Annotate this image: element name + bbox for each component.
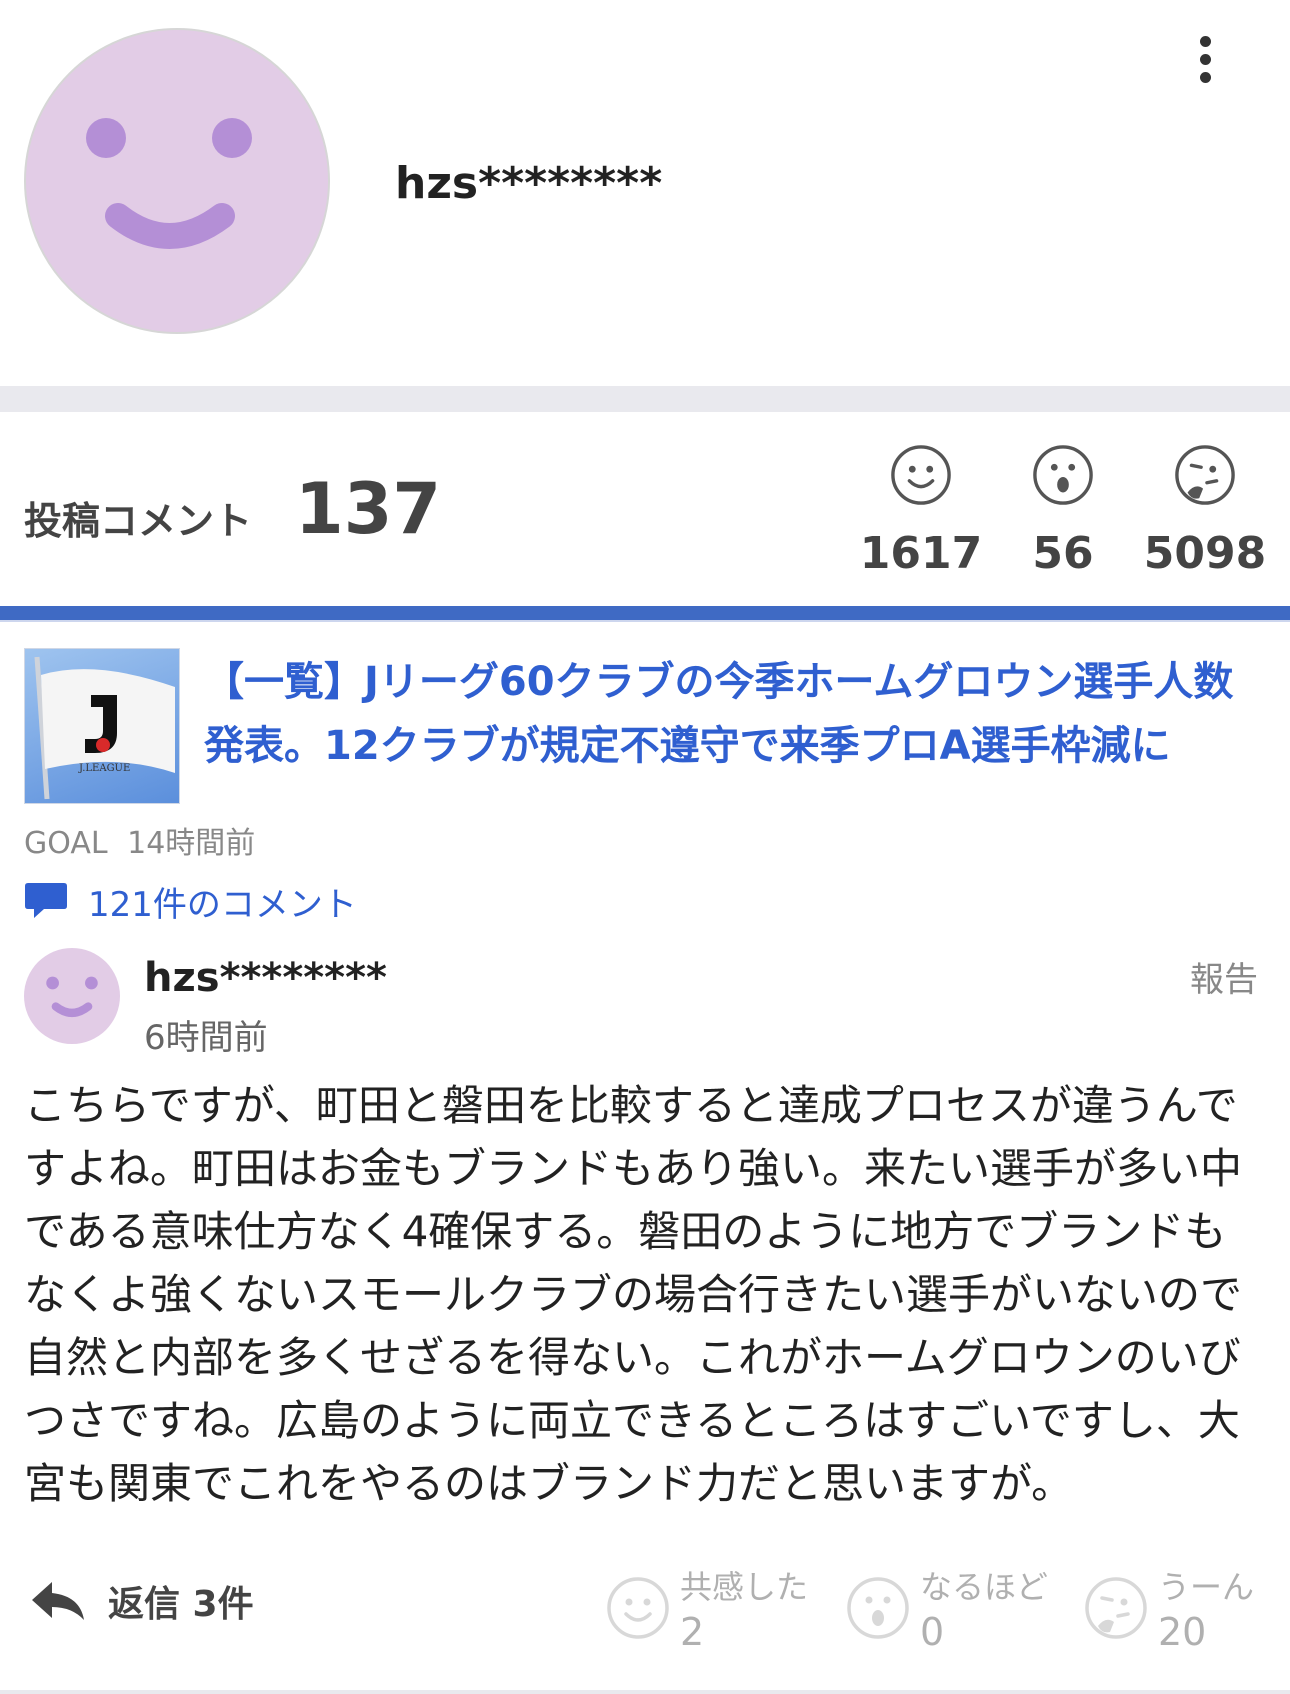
- jleague-wordmark: J.LEAGUE: [78, 763, 130, 774]
- posted-comments-count: 137: [295, 468, 442, 550]
- stat-reaction-empathy: [890, 444, 952, 510]
- hmm-reaction-count: 20: [1158, 1610, 1207, 1654]
- empathy-reaction-button[interactable]: [606, 1576, 670, 1644]
- hmm-reaction-button[interactable]: [1084, 1576, 1148, 1644]
- report-button[interactable]: 報告: [1190, 952, 1258, 1001]
- insight-reaction-count: 0: [920, 1610, 945, 1654]
- insight-reaction-label: なるほど: [920, 1568, 1049, 1606]
- smile-face-icon: [891, 445, 951, 505]
- surprised-face-icon: [1033, 445, 1093, 505]
- empathy-reaction-label: 共感した: [680, 1568, 809, 1606]
- reply-arrow-icon: [32, 1582, 84, 1620]
- comments-count-label: 121件のコメント: [88, 884, 357, 925]
- article-title-link[interactable]: 【一覧】Jリーグ60クラブの今季ホームグロウン選手人数発表。12クラブが規定不遵…: [204, 650, 1264, 778]
- posted-comments-label: 投稿コメント: [24, 499, 253, 543]
- insight-reaction-button[interactable]: [846, 1576, 910, 1644]
- bottom-divider: [0, 1690, 1290, 1694]
- active-tab-indicator: [0, 606, 1290, 620]
- commenter-avatar: [24, 948, 120, 1044]
- smiley-avatar-icon: [86, 118, 252, 249]
- stat-reaction-hmm: [1174, 444, 1236, 510]
- thinking-face-icon: [1175, 445, 1235, 505]
- article-time: 14時間前: [127, 826, 256, 861]
- reply-button[interactable]: 返信 3件: [30, 1575, 254, 1627]
- article-source: GOAL: [24, 826, 108, 861]
- thinking-face-icon: [1085, 1577, 1147, 1639]
- comment-time: 6時間前: [144, 1018, 268, 1058]
- smile-face-icon: [607, 1577, 669, 1639]
- section-divider: [0, 386, 1290, 412]
- speech-bubble-icon: [25, 883, 67, 918]
- article-comments-link[interactable]: 121件のコメント: [24, 876, 357, 926]
- comment-body: こちらですが、町田と磐田を比較すると達成プロセスが違うんですよね。町田はお金もブ…: [24, 1081, 1243, 1508]
- hmm-reaction-label: うーん: [1158, 1568, 1255, 1606]
- more-options-icon[interactable]: [1190, 30, 1220, 90]
- stat-reaction-hmm-count: 5098: [1143, 528, 1267, 579]
- profile-username: hzs********: [395, 158, 663, 209]
- surprised-face-icon: [847, 1577, 909, 1639]
- tab-underline: [0, 620, 1290, 622]
- article-thumbnail[interactable]: J.LEAGUE: [24, 648, 180, 804]
- article-source-line: GOAL 14時間前: [24, 818, 255, 862]
- commenter-username: hzs********: [144, 955, 387, 1001]
- stat-reaction-insight: [1032, 444, 1094, 510]
- empathy-reaction-count: 2: [680, 1610, 705, 1654]
- smiley-avatar-icon: [46, 976, 98, 1017]
- jleague-flag-image: J.LEAGUE: [34, 656, 175, 800]
- profile-avatar: [24, 28, 330, 334]
- reply-count-label: 返信 3件: [108, 1584, 254, 1625]
